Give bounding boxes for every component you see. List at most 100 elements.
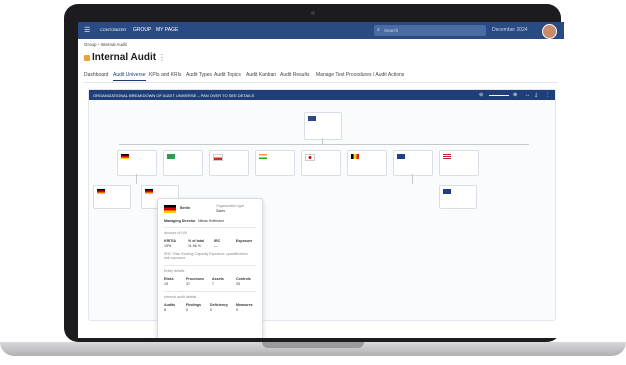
divider	[164, 265, 256, 266]
laptop-screen: ☰ CONTOBIZER GROUP MY PAGE ⌕ Search Dece…	[78, 22, 564, 338]
org-node-root[interactable]	[304, 112, 342, 140]
detail-value: 37	[186, 282, 190, 286]
org-node-germany[interactable]	[117, 150, 157, 176]
fit-icon[interactable]: ↔	[525, 92, 530, 98]
zoom-slider[interactable]	[489, 95, 509, 96]
managing-director-label: Managing Director	[164, 219, 196, 223]
laptop-camera	[311, 11, 315, 15]
kpi-value: —	[214, 244, 218, 248]
kpi-key: IRC	[214, 239, 221, 243]
audit-value: 8	[164, 308, 166, 312]
germany-flag-icon	[97, 189, 105, 194]
japan-flag-icon	[305, 154, 315, 161]
org-type-value: Sales	[216, 209, 225, 213]
breadcrumb-internal-audit[interactable]: Internal Audit	[101, 42, 127, 47]
org-node-czech[interactable]	[209, 150, 249, 176]
detail-value: 7	[212, 282, 214, 286]
org-type-label: Organization type	[216, 204, 245, 208]
uk-flag-icon	[443, 189, 451, 194]
kpi-value: 19%	[164, 244, 172, 248]
tab-audit-types[interactable]: Audit Types	[186, 72, 212, 78]
detail-key: Risks	[164, 277, 174, 281]
tab-divider	[84, 82, 558, 83]
tab-audit-universe[interactable]: Audit Universe	[113, 72, 146, 81]
germany-flag-icon	[145, 189, 153, 194]
brazil-flag-icon	[167, 154, 175, 159]
tab-audit-topics[interactable]: Audit Topics	[214, 72, 241, 78]
audit-value: 0	[210, 308, 212, 312]
connector	[412, 174, 413, 184]
germany-flag-icon	[121, 154, 129, 159]
tab-dashboard[interactable]: Dashboard	[84, 72, 108, 78]
india-flag-icon	[259, 154, 267, 159]
app-name[interactable]: GROUP	[133, 27, 151, 33]
section-entity-label: Entity details	[164, 269, 185, 273]
org-node-india[interactable]	[255, 150, 295, 176]
download-icon[interactable]: ⤓	[535, 92, 537, 98]
audit-key: Measures	[236, 303, 253, 307]
search-input[interactable]: ⌕ Search	[374, 25, 486, 36]
detail-key: Processes	[186, 277, 204, 281]
tab-bar: Dashboard Audit Universe KPIs and KRIs A…	[84, 72, 554, 82]
czech-flag-icon	[213, 154, 223, 161]
org-node-usa[interactable]	[439, 150, 479, 176]
entity-detail-popup: Berlin Organization type Sales Managing …	[157, 198, 263, 338]
breadcrumb-group[interactable]: Group	[84, 42, 97, 47]
panel-header: ORGANIZATIONAL BREAKDOWN OF AUDIT UNIVER…	[89, 90, 555, 100]
usa-flag-icon	[443, 154, 451, 159]
tab-audit-kanban[interactable]: Audit Kanban	[246, 72, 276, 78]
audit-value: 0	[186, 308, 188, 312]
section-amount-label: Amount of IVA	[164, 231, 187, 235]
more-icon[interactable]: ⋮	[158, 53, 166, 62]
laptop-notch	[262, 342, 364, 348]
divider	[164, 227, 256, 228]
search-placeholder: Search	[384, 28, 399, 33]
search-icon: ⌕	[377, 27, 380, 33]
org-node-brazil[interactable]	[163, 150, 203, 176]
org-node-uk-sub[interactable]	[439, 185, 477, 209]
breadcrumb: Group › Internal Audit	[84, 42, 127, 47]
audit-key: Audits	[164, 303, 176, 307]
zoom-out-icon[interactable]: ⊖	[479, 92, 483, 98]
kpi-value: 11.56 %	[188, 244, 201, 248]
settings-icon[interactable]: ⋮	[545, 92, 550, 98]
uk-flag-icon	[397, 154, 405, 159]
audit-key: Findings	[186, 303, 201, 307]
org-node-japan[interactable]	[301, 150, 341, 176]
group-logo-icon	[308, 116, 316, 121]
kpi-key: % of total	[188, 239, 205, 243]
title-marker-icon	[84, 55, 90, 61]
app-sub[interactable]: MY PAGE	[156, 27, 178, 33]
audit-key: Deficiency	[210, 303, 228, 307]
detail-key: Assets	[212, 277, 224, 281]
section-audit-label: Internal audit details	[164, 295, 197, 299]
kpi-note: IRIC: Risk Scoring Capacity Exposure: qu…	[164, 252, 248, 260]
page-title: Internal Audit	[92, 52, 157, 63]
org-node-germany-sub1[interactable]	[93, 185, 131, 209]
connector	[119, 144, 529, 145]
managing-director-value: Niklas Hoffmann	[198, 219, 225, 223]
germany-flag-icon	[164, 205, 176, 213]
org-node-uk[interactable]	[393, 150, 433, 176]
top-bar: ☰ CONTOBIZER GROUP MY PAGE ⌕ Search Dece…	[78, 22, 564, 39]
logo: CONTOBIZER	[100, 27, 127, 32]
detail-value: 19	[164, 282, 168, 286]
kpi-key: KRITIA	[164, 239, 176, 243]
tab-manage-test-procedures[interactable]: Manage Test Procedures / Audit Actions	[316, 72, 404, 78]
zoom-in-icon[interactable]: ⊕	[513, 92, 517, 98]
menu-icon[interactable]: ☰	[84, 26, 90, 34]
divider	[164, 291, 256, 292]
detail-key: Controls	[236, 277, 251, 281]
entity-name: Berlin	[180, 206, 191, 210]
detail-value: 25	[236, 282, 240, 286]
belgium-flag-icon	[351, 154, 359, 159]
org-node-belgium[interactable]	[347, 150, 387, 176]
avatar[interactable]	[542, 24, 557, 39]
date-picker[interactable]: December 2024	[492, 27, 528, 33]
tab-kpis-kris[interactable]: KPIs and KRIs	[149, 72, 182, 78]
tab-audit-results[interactable]: Audit Results	[280, 72, 309, 78]
kpi-key: Exposure	[236, 239, 253, 243]
connector	[136, 174, 137, 184]
audit-value: 0	[236, 308, 238, 312]
panel-title: ORGANIZATIONAL BREAKDOWN OF AUDIT UNIVER…	[93, 93, 255, 98]
